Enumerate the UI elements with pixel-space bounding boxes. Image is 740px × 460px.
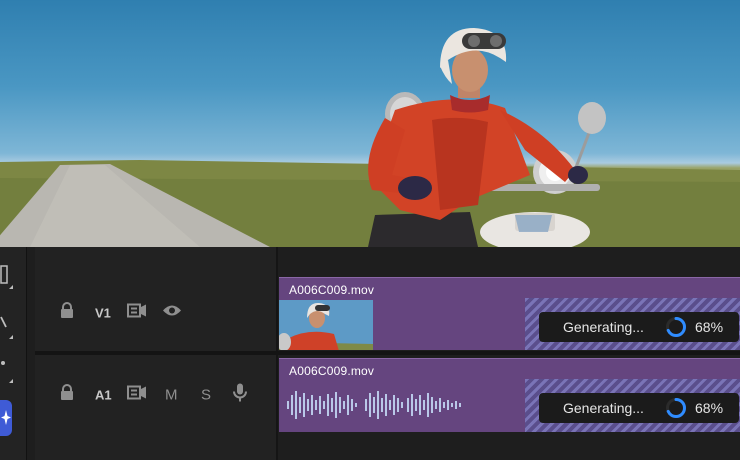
track-label-a1: A1 (95, 387, 112, 403)
sync-lock-icon[interactable] (127, 303, 147, 323)
mute-icon[interactable]: M (165, 387, 178, 404)
track-select-icon[interactable] (0, 265, 13, 289)
progress-percent: 68% (695, 319, 724, 335)
track-separator (35, 351, 740, 355)
eye-icon[interactable] (162, 304, 182, 323)
clip-name: A006C009.mov (289, 283, 375, 297)
program-monitor (0, 0, 740, 247)
audio-waveform (287, 391, 461, 419)
solo-icon[interactable]: S (201, 387, 211, 404)
track-label-v1: V1 (95, 305, 111, 321)
track-header-a1: A1 M S (35, 357, 278, 433)
progress-spinner-icon (666, 317, 686, 337)
generating-status: Generating... 68% (539, 393, 739, 423)
video-clip[interactable]: A006C009.mov Generating... 68% (279, 277, 740, 350)
tools-panel (0, 247, 27, 460)
generating-label: Generating... (563, 400, 644, 416)
timeline-panel: V1 A1 M S A006C009.mov Generating... 68%… (0, 247, 740, 460)
sync-lock-icon[interactable] (127, 385, 147, 405)
clip-thumbnail (279, 300, 373, 350)
razor-icon[interactable] (0, 359, 13, 383)
clip-name: A006C009.mov (289, 364, 375, 378)
generating-status: Generating... 68% (539, 312, 739, 342)
lock-icon[interactable] (59, 384, 75, 406)
generating-label: Generating... (563, 319, 644, 335)
audio-clip[interactable]: A006C009.mov Generating... 68% (279, 358, 740, 432)
track-header-v1: V1 (35, 277, 278, 349)
progress-spinner-icon (666, 398, 686, 418)
lock-icon[interactable] (59, 302, 75, 324)
sparkle-icon[interactable] (0, 400, 12, 436)
video-frame (0, 28, 740, 247)
pen-icon[interactable] (0, 315, 13, 339)
mic-icon[interactable] (233, 383, 247, 408)
progress-percent: 68% (695, 400, 724, 416)
